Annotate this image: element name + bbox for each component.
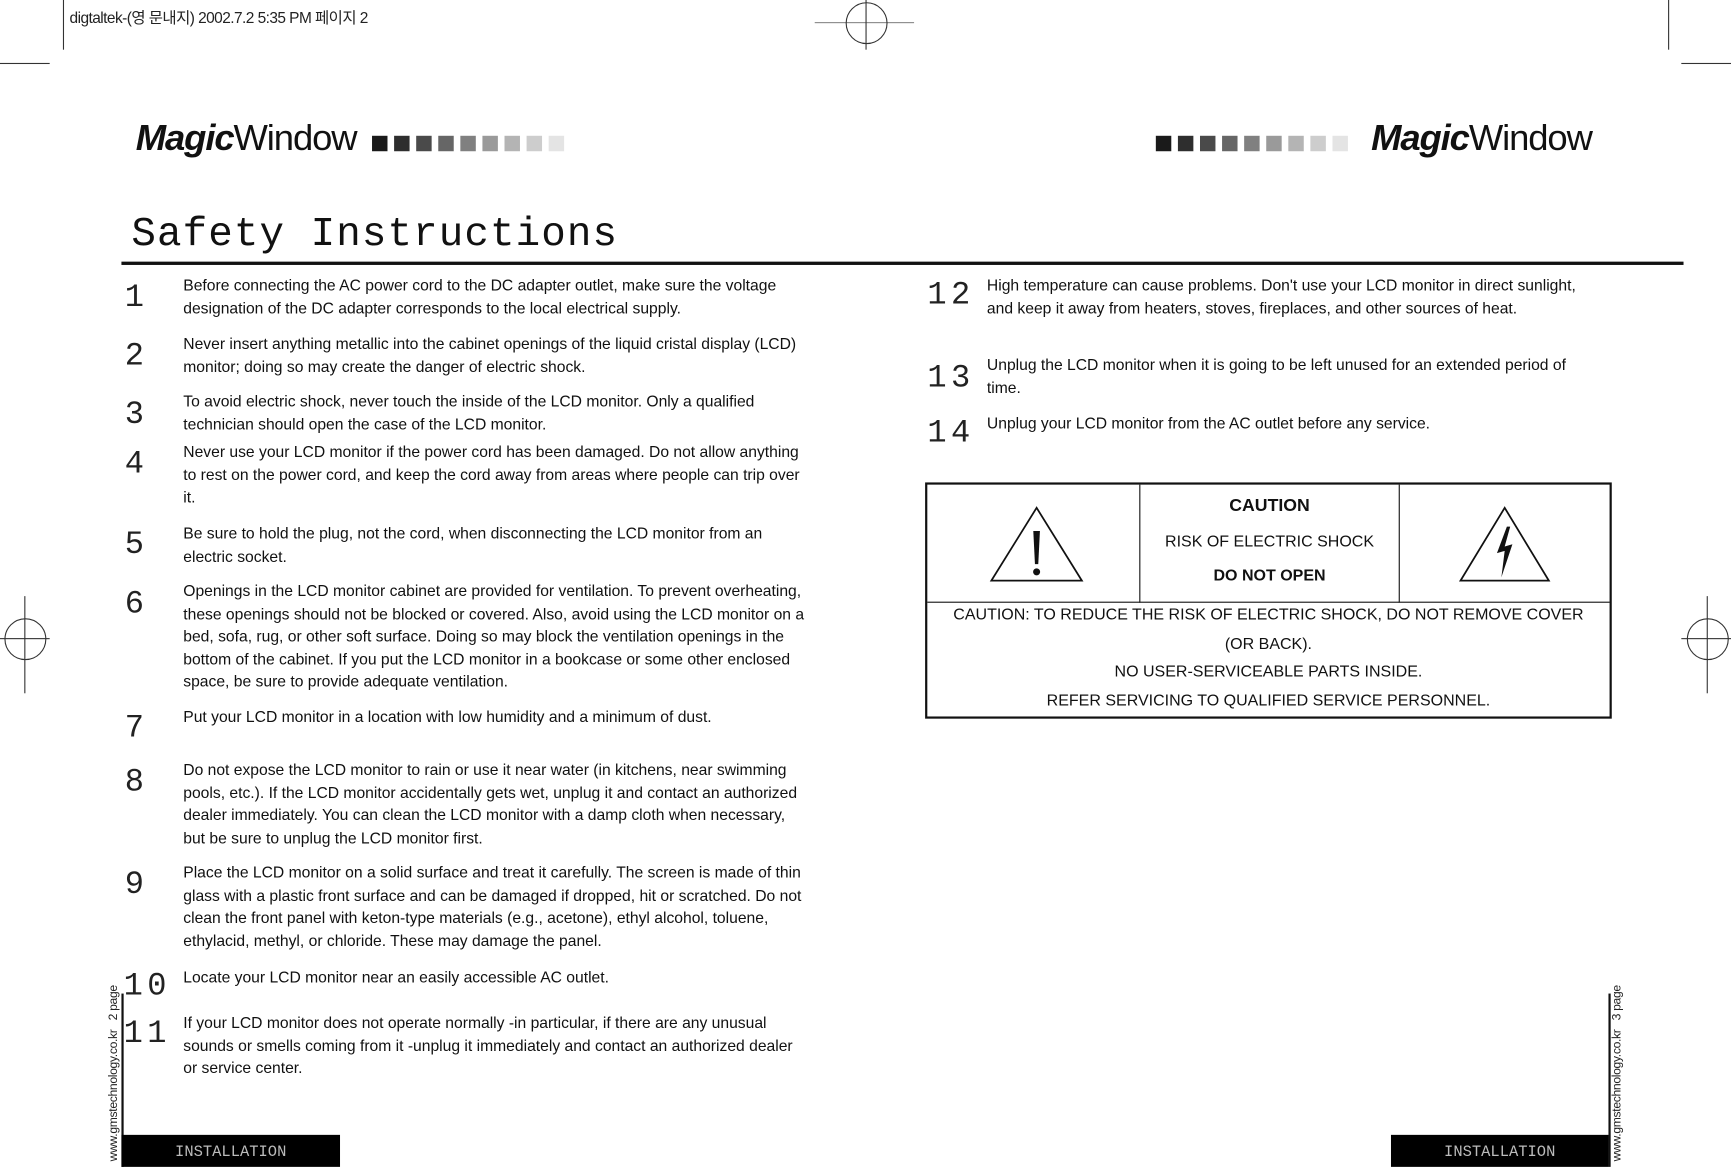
magicwindow-logo-right: MagicWindow — [1371, 117, 1593, 158]
caution-risk: RISK OF ELECTRIC SHOCK — [1165, 533, 1375, 551]
logo-square — [1332, 135, 1348, 152]
item-number: 9 — [124, 866, 149, 904]
exclamation-warning-icon — [989, 506, 1084, 582]
caution-center-cell: CAUTION RISK OF ELECTRIC SHOCK DO NOT OP… — [1140, 484, 1400, 603]
registration-mark — [845, 2, 888, 45]
logo-square — [526, 135, 543, 152]
logo-square — [394, 135, 410, 152]
title-rule — [121, 261, 1684, 265]
logo-square — [1222, 135, 1238, 152]
caution-left-cell — [927, 484, 1141, 603]
logo-square — [1266, 135, 1282, 152]
item-text: Never use your LCD monitor if the power … — [183, 443, 800, 507]
logo-square — [504, 135, 520, 152]
logo-square — [1310, 135, 1326, 152]
item-number: 10 — [123, 968, 171, 1005]
item-text: Unplug your LCD monitor from the AC outl… — [986, 415, 1431, 433]
crop-mark — [0, 62, 50, 65]
caution-right-cell — [1399, 485, 1610, 603]
page-title: Safety Instructions — [131, 211, 619, 259]
footer-side-text-left: www.gmstechnology.co.kr 2 page — [107, 985, 121, 1162]
item-number: 3 — [124, 396, 149, 433]
caution-box: CAUTION RISK OF ELECTRIC SHOCK DO NOT OP… — [925, 482, 1612, 719]
lightning-warning-icon — [1458, 506, 1551, 582]
item-text: Unplug the LCD monitor when it is going … — [986, 356, 1566, 397]
logo-square — [372, 135, 388, 152]
crop-mark — [62, 0, 65, 50]
caution-line-3: NO USER-SERVICEABLE PARTS INSIDE. — [1114, 663, 1423, 682]
logo-square — [1177, 135, 1194, 152]
caution-do-not-open: DO NOT OPEN — [1213, 567, 1326, 586]
item-text: High temperature can cause problems. Don… — [986, 277, 1576, 318]
item-number: 5 — [124, 526, 149, 564]
item-number: 14 — [927, 415, 975, 452]
caution-line-4: REFER SERVICING TO QUALIFIED SERVICE PER… — [1046, 692, 1491, 710]
crop-mark — [1668, 0, 1670, 50]
item-number: 13 — [927, 359, 975, 397]
item-number: 8 — [124, 763, 149, 801]
logo-square — [460, 135, 476, 152]
item-text: Before connecting the AC power cord to t… — [183, 277, 777, 318]
footer-side-text-right: www.gmstechnology.co.kr 3 page — [1610, 985, 1624, 1162]
caution-line-1: CAUTION: TO REDUCE THE RISK OF ELECTRIC … — [953, 606, 1584, 624]
footer-section-right: INSTALLATION — [1390, 1134, 1609, 1167]
logo-square — [416, 135, 432, 152]
item-number: 2 — [124, 337, 149, 375]
logo-square — [482, 135, 498, 152]
item-text: Put your LCD monitor in a location with … — [183, 708, 712, 727]
caution-heading: CAUTION — [1229, 496, 1310, 516]
item-number: 7 — [124, 709, 149, 747]
magicwindow-logo-left: MagicWindow — [135, 117, 358, 158]
item-text: Do not expose the LCD monitor to rain or… — [183, 761, 798, 848]
registration-mark — [1686, 618, 1729, 661]
registration-mark — [4, 618, 47, 661]
item-text: Locate your LCD monitor near an easily a… — [183, 969, 609, 987]
item-number: 6 — [124, 586, 149, 623]
crop-mark — [1681, 62, 1731, 65]
item-text: Openings in the LCD monitor cabinet are … — [183, 582, 805, 692]
logo-square — [1199, 135, 1216, 152]
footer-section-left: INSTALLATION — [121, 1134, 341, 1167]
item-text: To avoid electric shock, never touch the… — [183, 393, 755, 434]
item-number: 11 — [123, 1015, 171, 1053]
logo-square — [1244, 135, 1260, 152]
item-text: Place the LCD monitor on a solid surface… — [183, 864, 802, 951]
item-number: 4 — [124, 445, 149, 483]
logo-square — [438, 135, 454, 152]
item-text: Never insert anything metallic into the … — [183, 335, 797, 376]
print-slug: digtaltek-(영 문내지) 2002.7.2 5:35 PM 페이지 2 — [69, 8, 369, 27]
logo-square — [1288, 135, 1304, 152]
logo-square — [1155, 135, 1172, 152]
manual-spread: digtaltek-(영 문내지) 2002.7.2 5:35 PM 페이지 2… — [0, 0, 1731, 1167]
item-number: 1 — [124, 279, 149, 316]
item-text: If your LCD monitor does not operate nor… — [183, 1014, 793, 1078]
caution-line-2: (OR BACK). — [1224, 635, 1313, 654]
logo-square — [548, 135, 565, 152]
item-number: 12 — [927, 277, 975, 314]
item-text: Be sure to hold the plug, not the cord, … — [183, 525, 763, 566]
